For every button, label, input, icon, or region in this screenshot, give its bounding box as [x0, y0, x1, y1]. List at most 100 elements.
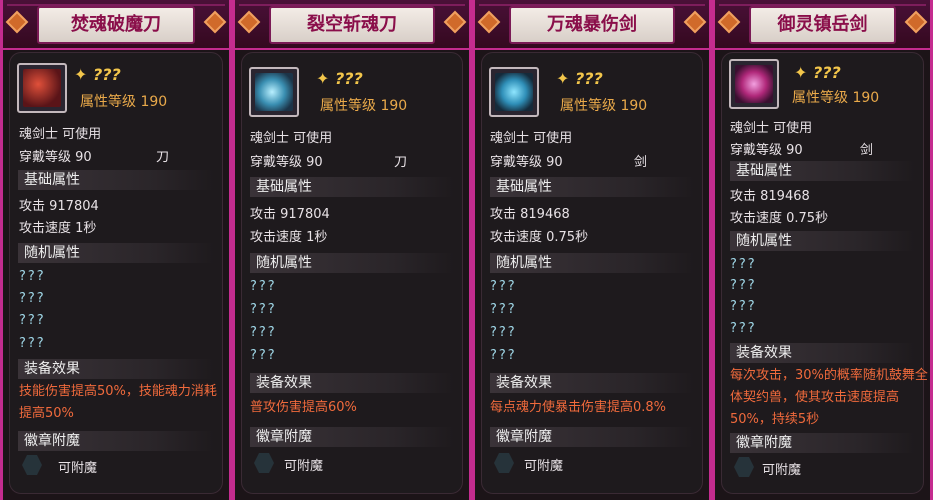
attack-speed: 攻击速度 1秒 [19, 221, 97, 236]
card-header: 万魂暴伤剑 [475, 0, 709, 50]
base-attributes-header: 基础属性 [250, 177, 454, 197]
random-attributes-header: 随机属性 [490, 253, 694, 273]
class-requirement: 魂剑士 可使用 [730, 121, 813, 136]
random-attribute: ??? [250, 325, 277, 340]
random-attribute: ??? [19, 291, 46, 306]
attack-speed: 攻击速度 1秒 [250, 230, 328, 245]
random-attribute: ??? [19, 269, 46, 284]
base-attributes-header: 基础属性 [730, 161, 915, 181]
item-details: ✦ ??? 属性等级 190 魂剑士 可使用 穿戴等级 90 剑 基础属性 攻击… [481, 52, 703, 494]
badge-enchant-header: 徽章附魔 [730, 433, 915, 453]
key-icon-item-name: ✦ ??? [316, 69, 363, 88]
card-header: 御灵镇岳剑 [715, 0, 930, 50]
key-icon-item-name: ✦ ??? [556, 69, 603, 88]
badge-slot-icon[interactable] [494, 453, 514, 473]
ornament-icon [683, 10, 707, 34]
equip-effect-text: 每点魂力使暴击伤害提高0.8% [490, 400, 667, 415]
key-icon-item-name: ✦ ??? [794, 63, 841, 82]
attack-speed: 攻击速度 0.75秒 [730, 211, 829, 226]
random-attribute: ??? [730, 278, 757, 293]
ornament-icon [5, 10, 29, 34]
wear-level: 穿戴等级 90 [490, 155, 563, 170]
weapon-type: 刀 [156, 150, 170, 165]
badge-slot-icon[interactable] [734, 457, 754, 477]
card-header: 裂空斩魂刀 [235, 0, 469, 50]
random-attribute: ??? [250, 348, 277, 363]
weapon-icon[interactable] [489, 67, 539, 117]
random-attribute: ??? [730, 299, 757, 314]
random-attribute: ??? [250, 302, 277, 317]
weapon-type: 刀 [394, 155, 408, 170]
equip-effect-header: 装备效果 [730, 343, 915, 363]
equip-effect-header: 装备效果 [250, 373, 454, 393]
random-attribute: ??? [490, 325, 517, 340]
attribute-level: 属性等级 190 [792, 90, 880, 106]
random-attribute: ??? [19, 336, 46, 351]
item-title: 焚魂破魔刀 [37, 6, 195, 44]
random-attribute: ??? [730, 321, 757, 336]
item-card-1: 焚魂破魔刀 ✦ ??? 属性等级 190 魂剑士 可使用 穿戴等级 90 刀 基… [0, 0, 232, 500]
wear-level: 穿戴等级 90 [250, 155, 323, 170]
random-attributes-header: 随机属性 [250, 253, 454, 273]
wear-level: 穿戴等级 90 [19, 150, 92, 165]
class-requirement: 魂剑士 可使用 [19, 127, 102, 142]
attribute-level: 属性等级 190 [80, 94, 168, 110]
item-details: ✦ ??? 属性等级 190 魂剑士 可使用 穿戴等级 90 刀 基础属性 攻击… [241, 52, 463, 494]
equip-effect-text: 每次攻击，30%的概率随机鼓舞全体契约兽，使其攻击速度提高50%，持续5秒 [730, 368, 928, 427]
ornament-icon [443, 10, 467, 34]
item-title: 万魂暴伤剑 [509, 6, 675, 44]
attribute-level: 属性等级 190 [320, 98, 408, 114]
item-details: ✦ ??? 属性等级 190 魂剑士 可使用 穿戴等级 90 刀 基础属性 攻击… [9, 52, 223, 494]
enchant-status: 可附魔 [524, 459, 564, 474]
enchant-status: 可附魔 [284, 459, 324, 474]
enchant-status: 可附魔 [762, 463, 802, 478]
item-card-4: 御灵镇岳剑 ✦ ??? 属性等级 190 魂剑士 可使用 穿戴等级 90 剑 基… [712, 0, 933, 500]
class-requirement: 魂剑士 可使用 [250, 131, 333, 146]
random-attribute: ??? [19, 313, 46, 328]
attack-value: 攻击 819468 [490, 207, 570, 222]
random-attributes-header: 随机属性 [18, 243, 214, 263]
key-icon-item-name: ✦ ??? [74, 65, 121, 84]
weapon-icon[interactable] [17, 63, 67, 113]
badge-slot-icon[interactable] [22, 455, 42, 475]
ornament-icon [477, 10, 501, 34]
random-attribute: ??? [730, 257, 757, 272]
ornament-icon [203, 10, 227, 34]
attribute-level: 属性等级 190 [560, 98, 648, 114]
equip-effect-header: 装备效果 [18, 359, 214, 379]
attack-value: 攻击 917804 [19, 199, 99, 214]
attack-speed: 攻击速度 0.75秒 [490, 230, 589, 245]
random-attributes-header: 随机属性 [730, 231, 915, 251]
item-title: 裂空斩魂刀 [269, 6, 435, 44]
random-attribute: ??? [250, 279, 277, 294]
item-details: ✦ ??? 属性等级 190 魂剑士 可使用 穿戴等级 90 剑 基础属性 攻击… [721, 52, 928, 494]
enchant-status: 可附魔 [58, 461, 98, 476]
random-attribute: ??? [490, 302, 517, 317]
badge-enchant-header: 徽章附魔 [250, 427, 454, 447]
badge-slot-icon[interactable] [254, 453, 274, 473]
weapon-icon[interactable] [249, 67, 299, 117]
badge-enchant-header: 徽章附魔 [18, 431, 214, 451]
class-requirement: 魂剑士 可使用 [490, 131, 573, 146]
ornament-icon [237, 10, 261, 34]
item-card-2: 裂空斩魂刀 ✦ ??? 属性等级 190 魂剑士 可使用 穿戴等级 90 刀 基… [232, 0, 472, 500]
random-attribute: ??? [490, 348, 517, 363]
ornament-icon [717, 10, 741, 34]
badge-enchant-header: 徽章附魔 [490, 427, 694, 447]
weapon-type: 剑 [634, 155, 648, 170]
weapon-icon[interactable] [729, 59, 779, 109]
base-attributes-header: 基础属性 [490, 177, 694, 197]
card-header: 焚魂破魔刀 [3, 0, 229, 50]
ornament-icon [904, 10, 928, 34]
random-attribute: ??? [490, 279, 517, 294]
base-attributes-header: 基础属性 [18, 170, 214, 190]
attack-value: 攻击 917804 [250, 207, 330, 222]
item-card-3: 万魂暴伤剑 ✦ ??? 属性等级 190 魂剑士 可使用 穿戴等级 90 剑 基… [472, 0, 712, 500]
item-title: 御灵镇岳剑 [749, 6, 896, 44]
equip-effect-text: 技能伤害提高50%，技能魂力消耗提高50% [19, 384, 217, 421]
equip-effect-header: 装备效果 [490, 373, 694, 393]
wear-level: 穿戴等级 90 [730, 143, 803, 158]
weapon-type: 剑 [860, 143, 874, 158]
equip-effect-text: 普攻伤害提高60% [250, 400, 357, 415]
attack-value: 攻击 819468 [730, 189, 810, 204]
